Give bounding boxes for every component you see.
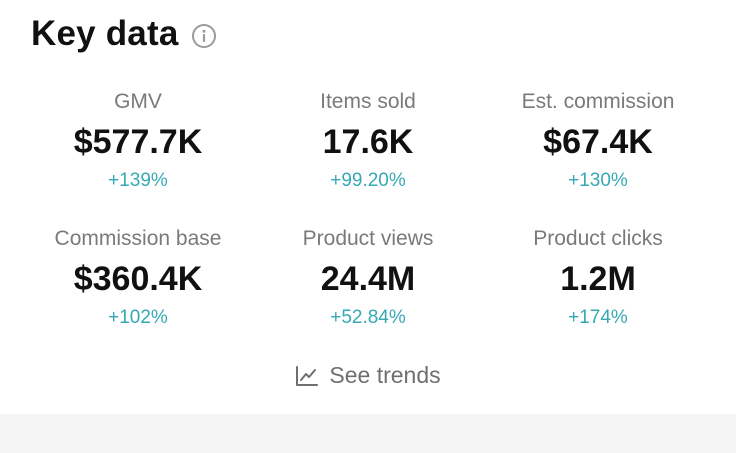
metric-commission-base[interactable]: Commission base $360.4K +102%	[23, 225, 253, 331]
metric-product-views[interactable]: Product views 24.4M +52.84%	[253, 225, 483, 331]
see-trends-button[interactable]: See trends	[0, 362, 736, 389]
metric-label: Items sold	[320, 90, 416, 113]
metric-label: Est. commission	[521, 90, 675, 113]
metric-value: $360.4K	[73, 260, 203, 298]
metric-value: 1.2M	[560, 260, 636, 298]
metric-value: 17.6K	[322, 123, 414, 161]
key-data-card: Key data GMV $577.7K +139% Items sold 17…	[0, 0, 736, 414]
metric-label: Product views	[302, 227, 434, 250]
bottom-divider-strip	[0, 414, 736, 453]
metric-delta: +102%	[108, 307, 168, 328]
metric-value: $577.7K	[73, 123, 203, 161]
metric-delta: +174%	[568, 307, 628, 328]
metric-value: $67.4K	[543, 123, 653, 161]
metric-label: Commission base	[54, 227, 222, 250]
metric-est-commission[interactable]: Est. commission $67.4K +130%	[483, 88, 713, 194]
metric-value: 24.4M	[320, 260, 416, 298]
metric-delta: +99.20%	[330, 170, 406, 191]
key-data-header: Key data	[31, 14, 217, 54]
metric-delta: +52.84%	[330, 307, 406, 328]
metric-label: GMV	[114, 90, 162, 113]
see-trends-label: See trends	[329, 362, 441, 388]
metric-label: Product clicks	[533, 227, 663, 250]
metric-gmv[interactable]: GMV $577.7K +139%	[23, 88, 253, 194]
line-chart-icon	[295, 365, 319, 387]
section-title: Key data	[31, 14, 179, 53]
metric-delta: +139%	[108, 170, 168, 191]
info-icon[interactable]	[191, 23, 217, 49]
metric-items-sold[interactable]: Items sold 17.6K +99.20%	[253, 88, 483, 194]
metric-product-clicks[interactable]: Product clicks 1.2M +174%	[483, 225, 713, 331]
metric-delta: +130%	[568, 170, 628, 191]
